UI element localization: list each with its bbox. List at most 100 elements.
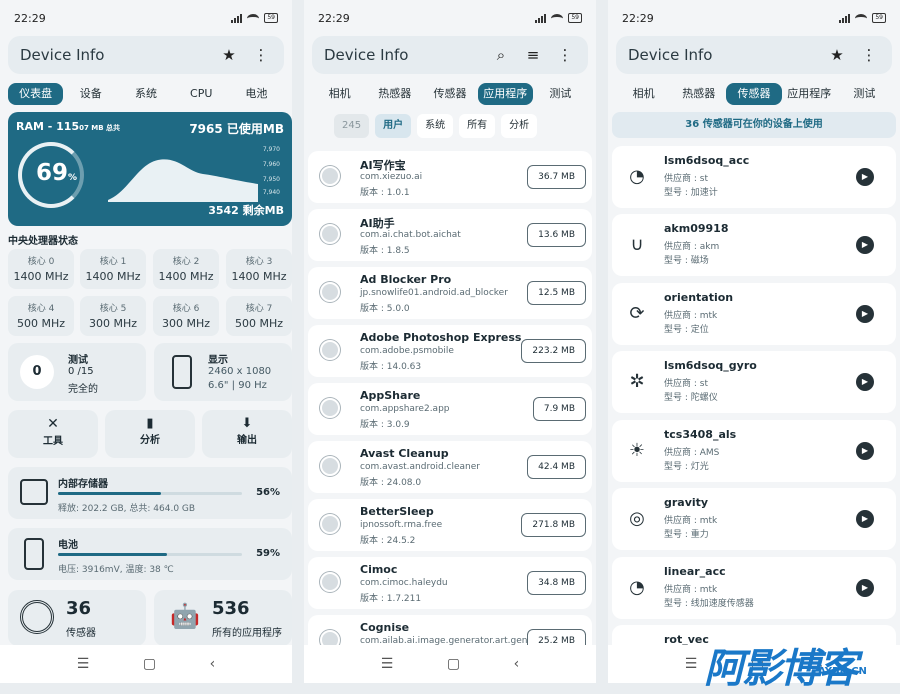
battery-card[interactable]: 电池 59% 电压: 3916mV, 温度: 38 ℃: [8, 528, 292, 580]
ram-card[interactable]: RAM - 11507 MB 总共 7965 已使用MB 69% 7,970 7…: [8, 112, 292, 226]
play-icon[interactable]: ▶: [856, 236, 874, 254]
app-size-button[interactable]: 271.8 MB: [521, 513, 586, 537]
sensor-list-item[interactable]: ⟳ orientation 供应商 : mtk 型号 : 定位 ▶: [612, 283, 896, 345]
play-icon[interactable]: ▶: [856, 579, 874, 597]
app-icon: [320, 166, 340, 186]
app-size-button[interactable]: 7.9 MB: [532, 397, 586, 421]
more-menu-icon[interactable]: ⋮: [858, 46, 880, 64]
sort-icon[interactable]: ≡: [522, 46, 544, 64]
apps-count: 536: [212, 598, 250, 619]
test-card[interactable]: 0 测试 0 /15 完全的: [8, 343, 146, 401]
battery-icon: [24, 538, 44, 570]
export-button[interactable]: ⬇ 输出: [202, 410, 292, 458]
more-menu-icon[interactable]: ⋮: [250, 46, 272, 64]
tab-system[interactable]: 系统: [118, 83, 173, 105]
test-status: 完全的: [68, 384, 98, 395]
sensors-summary-card[interactable]: 36 传感器: [8, 590, 146, 646]
sensor-list-item[interactable]: ✲ lsm6dsoq_gyro 供应商 : st 型号 : 陀螺仪 ▶: [612, 351, 896, 413]
sensor-list-item[interactable]: ◔ lsm6dsoq_acc 供应商 : st 型号 : 加速计 ▶: [612, 146, 896, 208]
sensor-list-item[interactable]: ☀ tcs3408_als 供应商 : AMS 型号 : 灯光 ▶: [612, 420, 896, 482]
back-nav-icon[interactable]: ‹: [210, 656, 216, 672]
tab-dashboard[interactable]: 仪表盘: [8, 83, 64, 105]
brightness-icon: ☀: [628, 440, 646, 461]
cpu-core-card: 核心 6 300 MHz: [153, 296, 219, 336]
menu-nav-icon[interactable]: ☰: [685, 656, 698, 672]
tab-apps[interactable]: 应用程序: [782, 83, 837, 105]
watermark-url: AYBK.CN: [818, 666, 867, 677]
tab-apps[interactable]: 应用程序: [477, 83, 533, 105]
storage-card[interactable]: 内部存储器 56% 释放: 202.2 GB, 总共: 464.0 GB: [8, 467, 292, 519]
play-icon[interactable]: ▶: [856, 168, 874, 186]
home-nav-icon[interactable]: ▢: [143, 656, 156, 672]
gyro-icon: ✲: [629, 371, 645, 392]
android-icon: 🤖: [170, 602, 200, 630]
filter-analyze[interactable]: 分析: [501, 114, 538, 138]
sensor-list-item[interactable]: ◎ gravity 供应商 : mtk 型号 : 重力 ▶: [612, 488, 896, 550]
tab-test[interactable]: 测试: [837, 83, 892, 105]
app-bar: Device Info ⌕ ≡ ⋮: [312, 36, 588, 74]
analyze-button[interactable]: ▮ 分析: [105, 410, 195, 458]
tab-sensors[interactable]: 传感器: [726, 83, 782, 105]
battery-detail: 电压: 3916mV, 温度: 38 ℃: [58, 565, 174, 575]
display-card[interactable]: 显示 2460 x 1080 6.6" | 90 Hz: [154, 343, 292, 401]
battery-percent: 59%: [256, 548, 280, 559]
gauge-icon: ◔: [629, 166, 645, 187]
tab-camera[interactable]: 相机: [312, 83, 367, 105]
menu-nav-icon[interactable]: ☰: [381, 656, 394, 672]
tab-camera[interactable]: 相机: [616, 83, 671, 105]
filter-system[interactable]: 系统: [417, 114, 454, 138]
app-list-item[interactable]: AI助手 com.ai.chat.bot.aichat 版本 : 1.8.5 13.6…: [308, 209, 592, 261]
app-title: Device Info: [628, 46, 713, 64]
app-list-item[interactable]: AppShare com.appshare2.app 版本 : 3.0.9 7.9 M…: [308, 383, 592, 435]
filter-user[interactable]: 用户: [375, 114, 412, 138]
tools-icon: ✕: [47, 416, 59, 432]
graph-y-label: 7,970: [262, 146, 280, 153]
tab-device[interactable]: 设备: [63, 83, 118, 105]
star-icon[interactable]: ★: [218, 46, 240, 64]
app-list-item[interactable]: Ad Blocker Pro jp.snowlife01.android.ad_b…: [308, 267, 592, 319]
sensor-list-item[interactable]: ∪ akm09918 供应商 : akm 型号 : 磁场 ▶: [612, 214, 896, 276]
play-icon[interactable]: ▶: [856, 510, 874, 528]
app-list-item[interactable]: BetterSleep ipnossoft.rma.free 版本 : 24.5.2…: [308, 499, 592, 551]
play-icon[interactable]: ▶: [856, 305, 874, 323]
app-list-item[interactable]: Adobe Photoshop Express com.adobe.psmobil…: [308, 325, 592, 377]
menu-nav-icon[interactable]: ☰: [77, 656, 90, 672]
play-icon[interactable]: ▶: [856, 373, 874, 391]
app-list-item[interactable]: AI写作宝 com.xiezuo.ai 版本 : 1.0.1 36.7 MB: [308, 151, 592, 203]
app-list-item[interactable]: Cimoc com.cimoc.haleydu 版本 : 1.7.211 34.8 M…: [308, 557, 592, 609]
tab-thermal[interactable]: 热感器: [367, 83, 422, 105]
tab-bar: 相机 热感器 传感器 应用程序 测试: [616, 82, 892, 106]
app-count-chip: 245: [334, 114, 370, 138]
app-filter-bar: 245 用户 系统 所有 分析: [334, 114, 538, 138]
tab-thermal[interactable]: 热感器: [671, 83, 726, 105]
app-list-item[interactable]: Avast Cleanup com.avast.android.cleaner 版本…: [308, 441, 592, 493]
back-nav-icon[interactable]: ‹: [514, 656, 520, 672]
app-size-button[interactable]: 13.6 MB: [527, 223, 586, 247]
app-size-button[interactable]: 42.4 MB: [527, 455, 586, 479]
ram-percent: 69: [36, 160, 69, 186]
search-icon[interactable]: ⌕: [490, 46, 512, 64]
tab-battery[interactable]: 电池: [229, 83, 284, 105]
app-size-button[interactable]: 34.8 MB: [527, 571, 586, 595]
filter-all[interactable]: 所有: [459, 114, 496, 138]
cpu-section-title: 中央处理器状态: [8, 236, 78, 247]
status-time: 22:29: [14, 11, 46, 25]
tools-button[interactable]: ✕ 工具: [8, 410, 98, 458]
play-icon[interactable]: ▶: [856, 442, 874, 460]
apps-summary-card[interactable]: 🤖 536 所有的应用程序: [154, 590, 292, 646]
app-size-button[interactable]: 223.2 MB: [521, 339, 586, 363]
signal-icon: [839, 13, 851, 23]
tab-cpu[interactable]: CPU: [174, 83, 229, 105]
tab-sensors[interactable]: 传感器: [422, 83, 477, 105]
app-size-button[interactable]: 12.5 MB: [527, 281, 586, 305]
tab-test[interactable]: 测试: [533, 83, 588, 105]
apps-screen: 22:29 59 Device Info ⌕ ≡ ⋮ 相机 热感器 传感器 应用…: [304, 0, 596, 683]
home-nav-icon[interactable]: ▢: [447, 656, 460, 672]
graph-y-label: 7,960: [262, 161, 280, 168]
download-icon: ⬇: [241, 416, 253, 431]
sensor-list-item[interactable]: ◔ linear_acc 供应商 : mtk 型号 : 线加速度传感器 ▶: [612, 557, 896, 619]
more-menu-icon[interactable]: ⋮: [554, 46, 576, 64]
export-label: 输出: [237, 435, 257, 446]
app-size-button[interactable]: 36.7 MB: [527, 165, 586, 189]
star-icon[interactable]: ★: [826, 46, 848, 64]
